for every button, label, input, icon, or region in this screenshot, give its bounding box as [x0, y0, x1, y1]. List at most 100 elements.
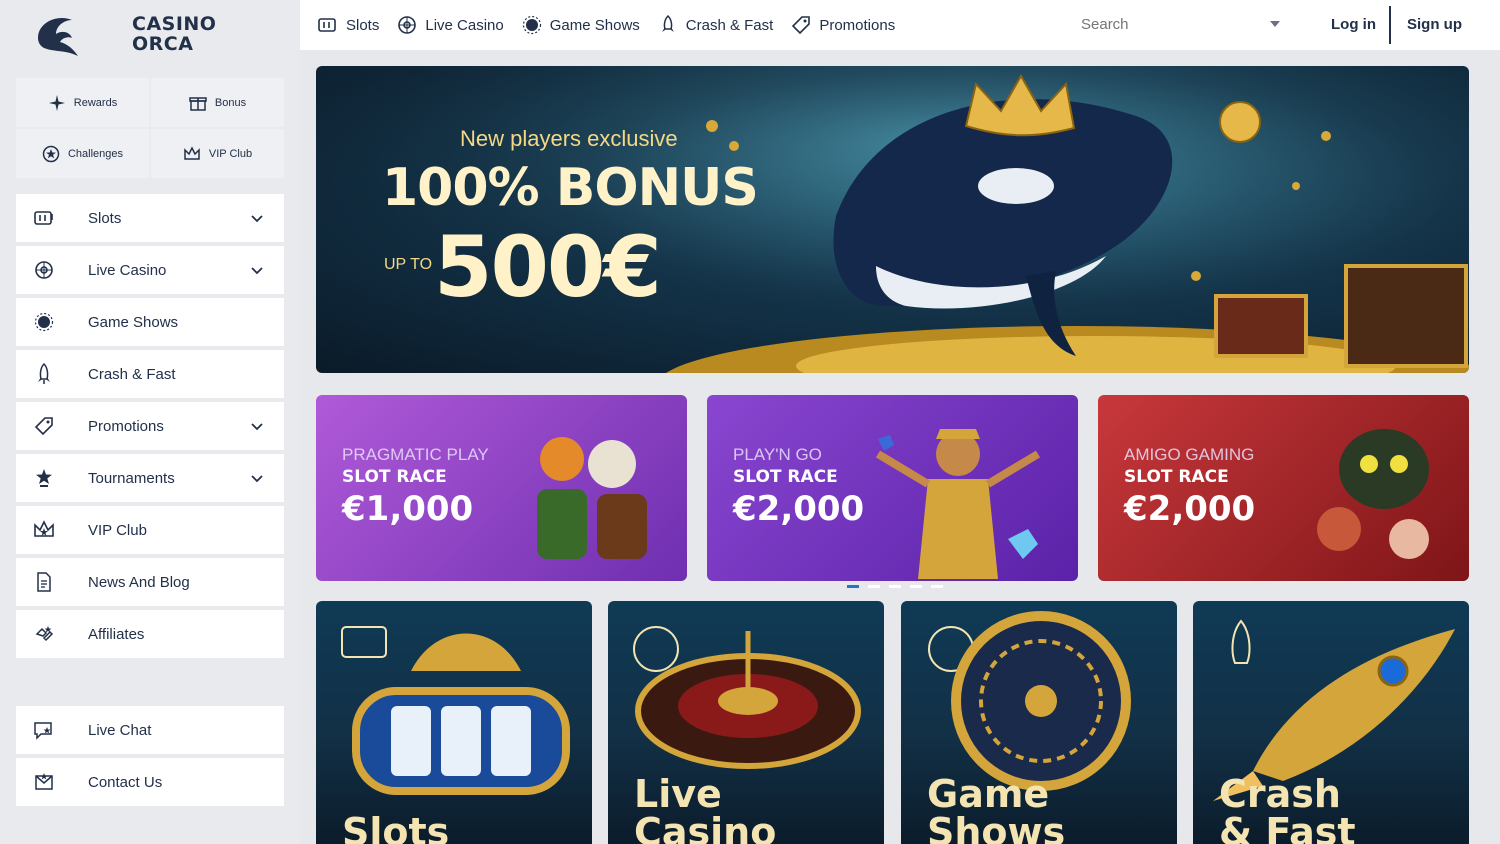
top-nav: Slots Live Casino Game Shows Crash & Fas… [318, 15, 913, 35]
hero-bonus-title: 100% BONUS [382, 158, 759, 218]
topnav-label: Slots [346, 16, 380, 34]
tag-icon [32, 414, 56, 438]
gift-icon [189, 96, 207, 111]
chevron-down-icon [251, 475, 263, 483]
sidebar-menu: Slots Live Casino Game Shows Crash & Fas… [16, 194, 284, 662]
promo-race: SLOT RACE [733, 467, 838, 487]
quick-link-bonus[interactable]: Bonus [151, 78, 284, 127]
sidebar: CASINO ORCA Rewards Bonus Challenges VIP… [0, 0, 300, 844]
sidebar-item-live-chat[interactable]: Live Chat [16, 706, 284, 754]
wheel-icon [32, 310, 56, 334]
document-icon [32, 570, 56, 594]
sidebar-item-vip-club[interactable]: VIP Club [16, 506, 284, 554]
category-title-line2: Shows [927, 810, 1066, 844]
handshake-icon [32, 622, 56, 646]
sidebar-item-crash-fast[interactable]: Crash & Fast [16, 350, 284, 398]
slot-machine-illustration [341, 626, 570, 795]
quick-link-challenges[interactable]: Challenges [16, 129, 149, 178]
topnav-label: Live Casino [425, 16, 504, 34]
promo-amount: €2,000 [1124, 489, 1256, 529]
category-tile-game-shows[interactable]: Game Shows [901, 601, 1177, 844]
hero-banner[interactable]: New players exclusive 100% BONUS UP TO 5… [316, 66, 1469, 373]
carousel-dot[interactable] [931, 585, 943, 588]
hero-amount: 500€ [434, 218, 662, 316]
roulette-icon [398, 16, 417, 34]
promo-race: SLOT RACE [1124, 467, 1229, 487]
category-title-line1: Crash [1219, 772, 1341, 816]
trophy-icon [32, 466, 56, 490]
top-bar: Slots Live Casino Game Shows Crash & Fas… [300, 0, 1500, 50]
chevron-down-icon [251, 267, 263, 275]
promo-amount: €2,000 [733, 489, 865, 529]
cleopatra-illustration [875, 429, 1041, 579]
sidebar-item-game-shows[interactable]: Game Shows [16, 298, 284, 346]
casino-orca-logo[interactable]: CASINO ORCA [28, 8, 268, 60]
orca-logo-icon [38, 18, 78, 56]
topnav-game-shows[interactable]: Game Shows [522, 15, 640, 35]
chevron-down-icon [251, 423, 263, 431]
characters-illustration [537, 437, 647, 559]
quick-link-label: Challenges [67, 147, 124, 160]
search-input[interactable] [1081, 12, 1291, 36]
topnav-label: Crash & Fast [685, 16, 774, 34]
promo-card-playngo[interactable]: PLAY'N GO SLOT RACE €2,000 [707, 395, 1078, 581]
quick-link-label: Rewards [73, 96, 118, 109]
brand-line1: CASINO [132, 13, 217, 35]
slot-machine-icon [32, 206, 56, 230]
quick-link-vip-club[interactable]: VIP Club [151, 129, 284, 178]
quick-link-rewards[interactable]: Rewards [16, 78, 149, 127]
monster-illustration [1317, 429, 1429, 559]
carousel-dot[interactable] [868, 585, 880, 588]
category-title-line1: Live [634, 772, 722, 816]
sidebar-item-label: Slots [88, 209, 122, 227]
sidebar-item-news-and-blog[interactable]: News And Blog [16, 558, 284, 606]
carousel-dots [847, 585, 943, 588]
topnav-label: Promotions [819, 16, 896, 34]
chat-icon [32, 718, 56, 742]
login-button[interactable]: Log in [1331, 16, 1376, 33]
promo-card-pragmatic[interactable]: PRAGMATIC PLAY SLOT RACE €1,000 [316, 395, 687, 581]
category-title: Slots [342, 810, 450, 844]
hero-upto: UP TO [384, 256, 433, 273]
sidebar-item-label: Tournaments [88, 469, 175, 487]
crown-icon [184, 145, 200, 160]
category-title-line2: & Fast [1219, 810, 1356, 844]
topnav-label: Game Shows [549, 16, 640, 34]
carousel-dot[interactable] [847, 585, 859, 588]
sidebar-item-tournaments[interactable]: Tournaments [16, 454, 284, 502]
topnav-crash-fast[interactable]: Crash & Fast [658, 15, 774, 35]
crown-icon [32, 518, 56, 542]
sidebar-item-contact-us[interactable]: Contact Us [16, 758, 284, 806]
category-tile-crash-fast[interactable]: Crash & Fast [1193, 601, 1469, 844]
support-menu: Live Chat Contact Us [16, 706, 284, 810]
topnav-slots[interactable]: Slots [318, 15, 379, 35]
caret-down-icon[interactable] [1269, 18, 1281, 30]
envelope-icon [32, 770, 56, 794]
signup-button[interactable]: Sign up [1407, 16, 1462, 33]
rocket-icon [32, 362, 56, 386]
tag-icon [792, 16, 811, 35]
topnav-live-casino[interactable]: Live Casino [397, 15, 504, 35]
sidebar-item-label: News And Blog [88, 573, 190, 591]
sidebar-item-slots[interactable]: Slots [16, 194, 284, 242]
sidebar-item-live-casino[interactable]: Live Casino [16, 246, 284, 294]
promo-amount: €1,000 [342, 489, 474, 529]
topnav-promotions[interactable]: Promotions [791, 15, 895, 35]
auth-divider [1389, 6, 1391, 44]
carousel-dot[interactable] [910, 585, 922, 588]
sidebar-item-affiliates[interactable]: Affiliates [16, 610, 284, 658]
category-tile-slots[interactable]: Slots [316, 601, 592, 844]
slot-machine-icon [318, 18, 336, 32]
carousel-dot[interactable] [889, 585, 901, 588]
wheel-icon [522, 15, 541, 35]
sidebar-item-label: Live Chat [88, 721, 152, 739]
sparkle-icon [48, 94, 65, 111]
sidebar-item-label: VIP Club [88, 521, 147, 539]
category-title-line1: Game [927, 772, 1050, 816]
sidebar-item-promotions[interactable]: Promotions [16, 402, 284, 450]
promo-provider: PRAGMATIC PLAY [342, 445, 489, 464]
category-title-line2: Casino [634, 810, 777, 844]
promo-card-amigo[interactable]: AMIGO GAMING SLOT RACE €2,000 [1098, 395, 1469, 581]
category-tile-live-casino[interactable]: Live Casino [608, 601, 884, 844]
quick-link-label: VIP Club [208, 147, 253, 160]
